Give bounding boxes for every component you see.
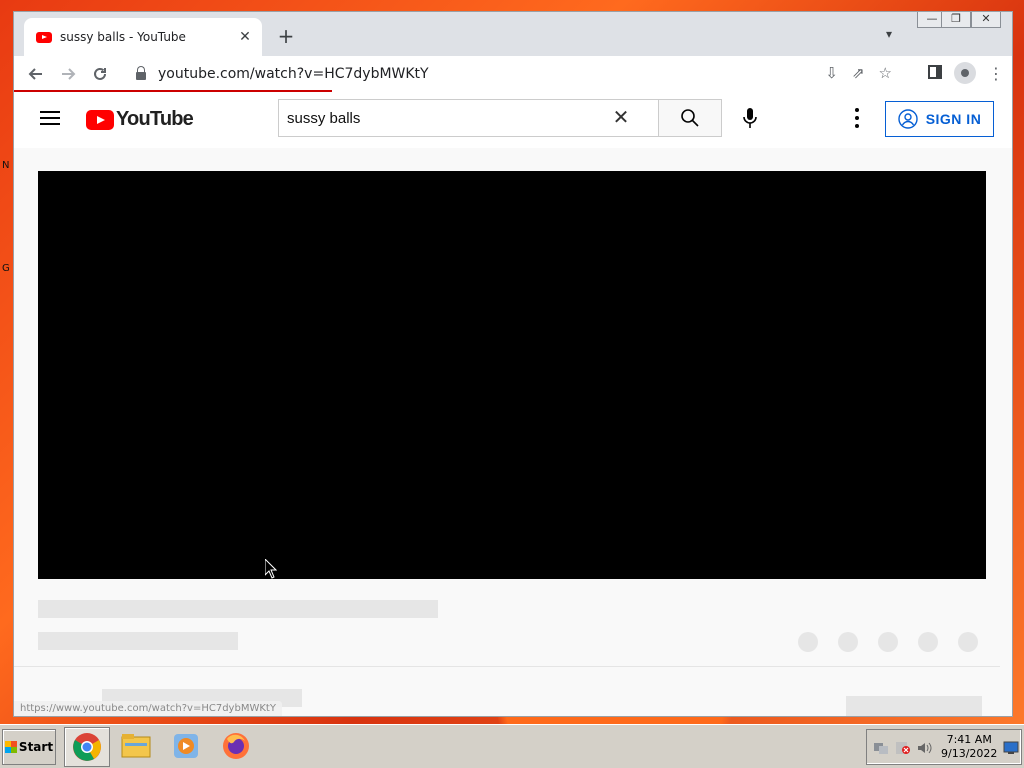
tab-title: sussy balls - YouTube: [60, 30, 186, 44]
title-bar: sussy balls - YouTube ✕ + ▾ — ❐ ✕: [14, 12, 1012, 56]
chrome-menu-icon[interactable]: ⋮: [988, 64, 1004, 83]
voice-search-button[interactable]: [736, 104, 764, 132]
volume-icon[interactable]: [917, 740, 933, 754]
action-placeholder: [878, 632, 898, 652]
browser-toolbar: youtube.com/watch?v=HC7dybMWKtY ⇩ ⇗ ☆ ⋮: [14, 56, 1012, 92]
search-box[interactable]: ✕: [278, 99, 658, 137]
clear-search-icon[interactable]: ✕: [609, 106, 633, 130]
sign-in-button[interactable]: SIGN IN: [885, 101, 994, 137]
youtube-favicon-icon: [36, 31, 52, 43]
youtube-header: YouTube ✕ SIGN IN: [14, 92, 1012, 148]
link-status-bar: https://www.youtube.com/watch?v=HC7dybMW…: [14, 701, 282, 716]
firefox-icon: [223, 733, 249, 759]
back-arrow-icon[interactable]: [20, 58, 52, 90]
share-icon[interactable]: ⇗: [852, 64, 865, 82]
taskbar-file-explorer[interactable]: [114, 727, 158, 765]
folder-icon: [121, 734, 151, 758]
taskbar-firefox[interactable]: [214, 727, 258, 765]
tab-search-chevron-icon[interactable]: ▾: [886, 27, 892, 41]
clock[interactable]: 7:41 AM 9/13/2022: [941, 733, 997, 761]
action-placeholder: [838, 632, 858, 652]
mouse-cursor-icon: [265, 559, 277, 579]
tab-close-icon[interactable]: ✕: [236, 28, 254, 46]
omnibox-actions: ⇩ ⇗ ☆: [825, 64, 892, 82]
divider: [14, 666, 1000, 667]
subscribe-placeholder: [846, 696, 982, 716]
close-window-button[interactable]: ✕: [971, 12, 1001, 28]
youtube-page: YouTube ✕ SIGN IN: [14, 92, 1012, 716]
chrome-icon: [73, 733, 101, 761]
action-placeholder: [798, 632, 818, 652]
clock-time: 7:41 AM: [946, 733, 992, 746]
new-tab-button[interactable]: +: [276, 26, 296, 46]
browser-window: sussy balls - YouTube ✕ + ▾ — ❐ ✕ youtub…: [13, 11, 1013, 717]
address-bar[interactable]: youtube.com/watch?v=HC7dybMWKtY: [124, 59, 912, 89]
taskbar: Start 7:41 AM 9/13/2022: [0, 724, 1024, 768]
taskbar-media-player[interactable]: [164, 727, 208, 765]
restore-button[interactable]: ❐: [941, 12, 971, 28]
security-alert-icon[interactable]: [895, 740, 911, 754]
windows-logo-icon: [4, 741, 17, 753]
youtube-logo-text: YouTube: [116, 108, 194, 130]
url-text[interactable]: youtube.com/watch?v=HC7dybMWKtY: [158, 66, 429, 82]
search-input[interactable]: [285, 108, 609, 128]
desktop-icon-label: N: [2, 160, 10, 171]
action-placeholder: [918, 632, 938, 652]
bookmark-star-icon[interactable]: ☆: [879, 64, 892, 82]
install-icon[interactable]: ⇩: [825, 64, 838, 82]
desktop-icon-label: G: [2, 263, 10, 274]
search-button[interactable]: [658, 99, 722, 137]
title-placeholder: [38, 600, 438, 618]
microphone-icon: [743, 108, 757, 128]
meta-placeholder: [38, 632, 238, 650]
clock-date: 9/13/2022: [941, 747, 998, 760]
account-icon: [897, 109, 918, 129]
video-player[interactable]: [38, 171, 986, 579]
browser-actions: ⋮: [928, 62, 1004, 84]
system-tray: 7:41 AM 9/13/2022: [866, 729, 1022, 765]
start-label: Start: [18, 740, 54, 754]
lock-icon[interactable]: [136, 66, 146, 80]
media-player-icon: [174, 734, 198, 758]
sign-in-label: SIGN IN: [925, 111, 982, 127]
tab-youtube[interactable]: sussy balls - YouTube ✕: [24, 18, 262, 56]
taskbar-chrome[interactable]: [64, 727, 110, 767]
start-button[interactable]: Start: [2, 729, 56, 765]
show-desktop-icon[interactable]: [1003, 740, 1019, 754]
forward-arrow-icon[interactable]: [52, 58, 84, 90]
side-panel-icon[interactable]: [928, 64, 942, 83]
profile-avatar-icon[interactable]: [954, 62, 976, 84]
search-icon: [681, 109, 699, 127]
reload-icon[interactable]: [84, 58, 116, 90]
settings-more-icon[interactable]: [848, 108, 866, 128]
hamburger-menu-icon[interactable]: [40, 111, 60, 125]
youtube-logo[interactable]: YouTube: [86, 108, 194, 131]
action-placeholder: [958, 632, 978, 652]
youtube-play-logo-icon: [86, 109, 114, 130]
network-icon[interactable]: [873, 740, 889, 754]
